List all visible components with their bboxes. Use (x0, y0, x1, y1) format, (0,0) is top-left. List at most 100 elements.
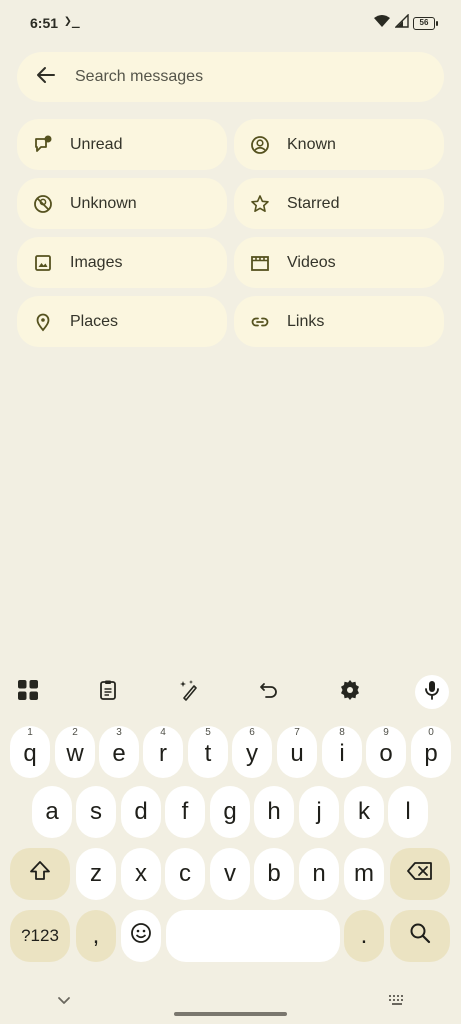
voice-input-button[interactable] (415, 675, 449, 709)
key-i[interactable]: 8i (322, 726, 362, 778)
filter-places[interactable]: Places (17, 296, 227, 347)
key-c[interactable]: c (165, 848, 205, 900)
shift-key[interactable] (10, 848, 70, 900)
unread-chat-icon (33, 135, 53, 155)
status-bar: 6:51 ❯_ 56 (0, 0, 461, 44)
filter-known[interactable]: Known (234, 119, 444, 170)
key-n[interactable]: n (299, 848, 339, 900)
key-label: n (312, 860, 326, 887)
search-input[interactable] (75, 68, 415, 86)
filter-unknown[interactable]: Unknown (17, 178, 227, 229)
filter-label: Starred (287, 194, 340, 212)
filter-videos[interactable]: Videos (234, 237, 444, 288)
key-w[interactable]: 2w (55, 726, 95, 778)
key-hint: 1 (27, 727, 33, 738)
key-label: t (204, 740, 212, 767)
key-label: d (134, 798, 148, 825)
key-o[interactable]: 9o (366, 726, 406, 778)
symbols-key[interactable]: ?123 (10, 910, 70, 962)
key-label: i (339, 740, 345, 767)
key-label: l (405, 798, 411, 825)
key-p[interactable]: 0p (411, 726, 451, 778)
keyboard: 1q 2w 3e 4r 5t 6y 7u 8i 9o 0p a s d f g … (0, 666, 461, 1024)
key-v[interactable]: v (210, 848, 250, 900)
key-a[interactable]: a (32, 786, 72, 838)
apps-grid-button[interactable] (12, 676, 44, 708)
gear-icon (339, 679, 361, 706)
key-q[interactable]: 1q (10, 726, 50, 778)
keyboard-switcher-button[interactable] (388, 993, 406, 1011)
filter-images[interactable]: Images (17, 237, 227, 288)
status-icons: 56 (373, 13, 438, 33)
clipboard-icon (97, 679, 119, 706)
filter-label: Unread (70, 135, 123, 153)
comma-key[interactable]: , (76, 910, 116, 962)
back-button[interactable] (17, 52, 75, 102)
key-h[interactable]: h (254, 786, 294, 838)
undo-button[interactable] (253, 676, 285, 708)
search-key[interactable] (390, 910, 450, 962)
space-key[interactable] (166, 910, 340, 962)
key-t[interactable]: 5t (188, 726, 228, 778)
key-label: s (90, 798, 102, 825)
backspace-key[interactable] (390, 848, 450, 900)
signal-icon (394, 13, 409, 33)
wifi-icon (373, 14, 391, 33)
arrow-back-icon (36, 65, 56, 90)
key-label: c (179, 860, 191, 887)
video-icon (250, 253, 270, 273)
key-s[interactable]: s (76, 786, 116, 838)
key-label: u (290, 740, 304, 767)
key-label: j (316, 798, 322, 825)
filter-label: Known (287, 135, 336, 153)
home-gesture-bar[interactable] (174, 1012, 287, 1016)
settings-button[interactable] (334, 676, 366, 708)
link-icon (250, 312, 270, 332)
key-b[interactable]: b (254, 848, 294, 900)
key-hint: 4 (160, 727, 166, 738)
key-d[interactable]: d (121, 786, 161, 838)
filter-unread[interactable]: Unread (17, 119, 227, 170)
key-x[interactable]: x (121, 848, 161, 900)
battery-icon: 56 (413, 17, 438, 30)
keyboard-toolbar (0, 666, 461, 716)
location-pin-icon (33, 312, 53, 332)
terminal-icon: ❯_ (64, 14, 80, 29)
star-icon (250, 194, 270, 214)
filter-links[interactable]: Links (234, 296, 444, 347)
key-label: m (354, 860, 374, 887)
key-label: q (23, 740, 37, 767)
backspace-icon (406, 860, 434, 889)
key-m[interactable]: m (344, 848, 384, 900)
key-f[interactable]: f (165, 786, 205, 838)
clipboard-button[interactable] (92, 676, 124, 708)
magic-write-button[interactable] (173, 676, 205, 708)
key-k[interactable]: k (344, 786, 384, 838)
filter-label: Unknown (70, 194, 137, 212)
key-label: g (223, 798, 237, 825)
emoji-key[interactable] (121, 910, 161, 962)
search-bar (17, 52, 444, 102)
key-label: a (45, 798, 59, 825)
key-y[interactable]: 6y (232, 726, 272, 778)
search-icon (408, 921, 432, 952)
key-g[interactable]: g (210, 786, 250, 838)
hide-keyboard-button[interactable] (57, 993, 71, 1011)
period-key[interactable]: . (344, 910, 384, 962)
shift-icon (28, 859, 52, 890)
chevron-down-icon (57, 993, 71, 1010)
key-hint: 0 (428, 727, 434, 738)
key-label: ?123 (21, 926, 59, 945)
filter-starred[interactable]: Starred (234, 178, 444, 229)
key-l[interactable]: l (388, 786, 428, 838)
filter-label: Places (70, 312, 119, 330)
key-e[interactable]: 3e (99, 726, 139, 778)
key-r[interactable]: 4r (143, 726, 183, 778)
key-u[interactable]: 7u (277, 726, 317, 778)
key-label: k (358, 798, 370, 825)
key-label: r (159, 740, 167, 767)
key-z[interactable]: z (76, 848, 116, 900)
emoji-icon (130, 922, 152, 951)
key-j[interactable]: j (299, 786, 339, 838)
filter-chips: Unread Known Unknown Starred Images Vide… (17, 119, 444, 347)
